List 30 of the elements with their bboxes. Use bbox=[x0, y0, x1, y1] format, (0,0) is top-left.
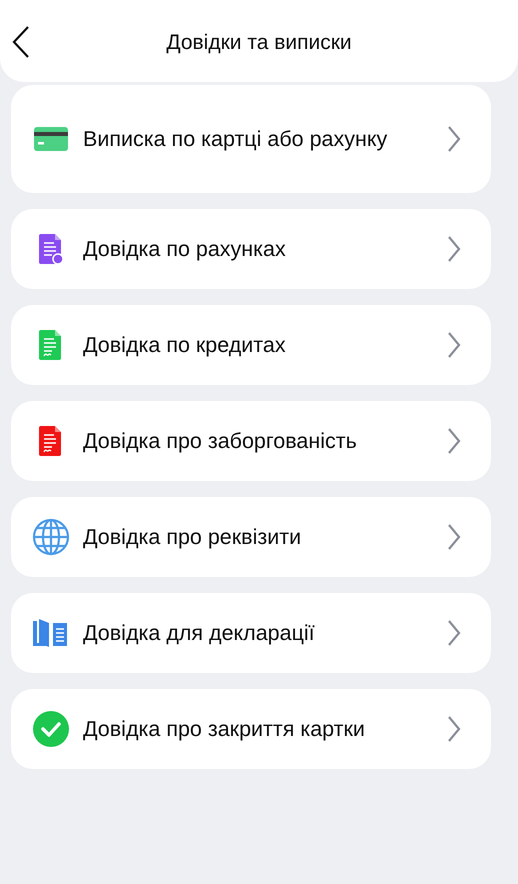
back-icon bbox=[12, 25, 30, 59]
page-title: Довідки та виписки bbox=[166, 30, 352, 56]
check-circle-icon bbox=[33, 711, 69, 747]
menu-item-label: Довідка про закриття картки bbox=[83, 716, 366, 742]
signed-document-icon bbox=[39, 330, 63, 360]
menu-item[interactable]: Довідка про заборгованість bbox=[11, 401, 491, 481]
book-icon bbox=[33, 619, 69, 647]
chevron-right-icon bbox=[447, 523, 461, 551]
menu-item[interactable]: Довідка про реквізити bbox=[11, 497, 491, 577]
chevron-right-icon bbox=[447, 125, 461, 153]
chevron-right-icon bbox=[447, 619, 461, 647]
menu-item-label: Довідка для декларації bbox=[83, 620, 316, 646]
menu-item[interactable]: Довідка по рахунках bbox=[11, 209, 491, 289]
menu-item[interactable]: Довідка по кредитах bbox=[11, 305, 491, 385]
menu-item-label: Довідка по рахунках bbox=[83, 236, 287, 262]
menu-item-label: Виписка по картці або рахунку bbox=[83, 126, 388, 152]
globe-icon bbox=[32, 518, 70, 556]
menu-item-label: Довідка про заборгованість bbox=[83, 428, 358, 454]
document-coin-icon bbox=[39, 234, 63, 264]
chevron-right-icon bbox=[447, 427, 461, 455]
menu-item[interactable]: Довідка про закриття картки bbox=[11, 689, 491, 769]
chevron-right-icon bbox=[447, 235, 461, 263]
menu-item-label: Довідка про реквізити bbox=[83, 524, 302, 550]
credit-card-icon bbox=[34, 127, 68, 151]
menu-item[interactable]: Виписка по картці або рахунку bbox=[11, 85, 491, 193]
chevron-right-icon bbox=[447, 331, 461, 359]
menu-item-label: Довідка по кредитах bbox=[83, 332, 287, 358]
signed-document-icon bbox=[39, 426, 63, 456]
menu-item[interactable]: Довідка для декларації bbox=[11, 593, 491, 673]
chevron-right-icon bbox=[447, 715, 461, 743]
